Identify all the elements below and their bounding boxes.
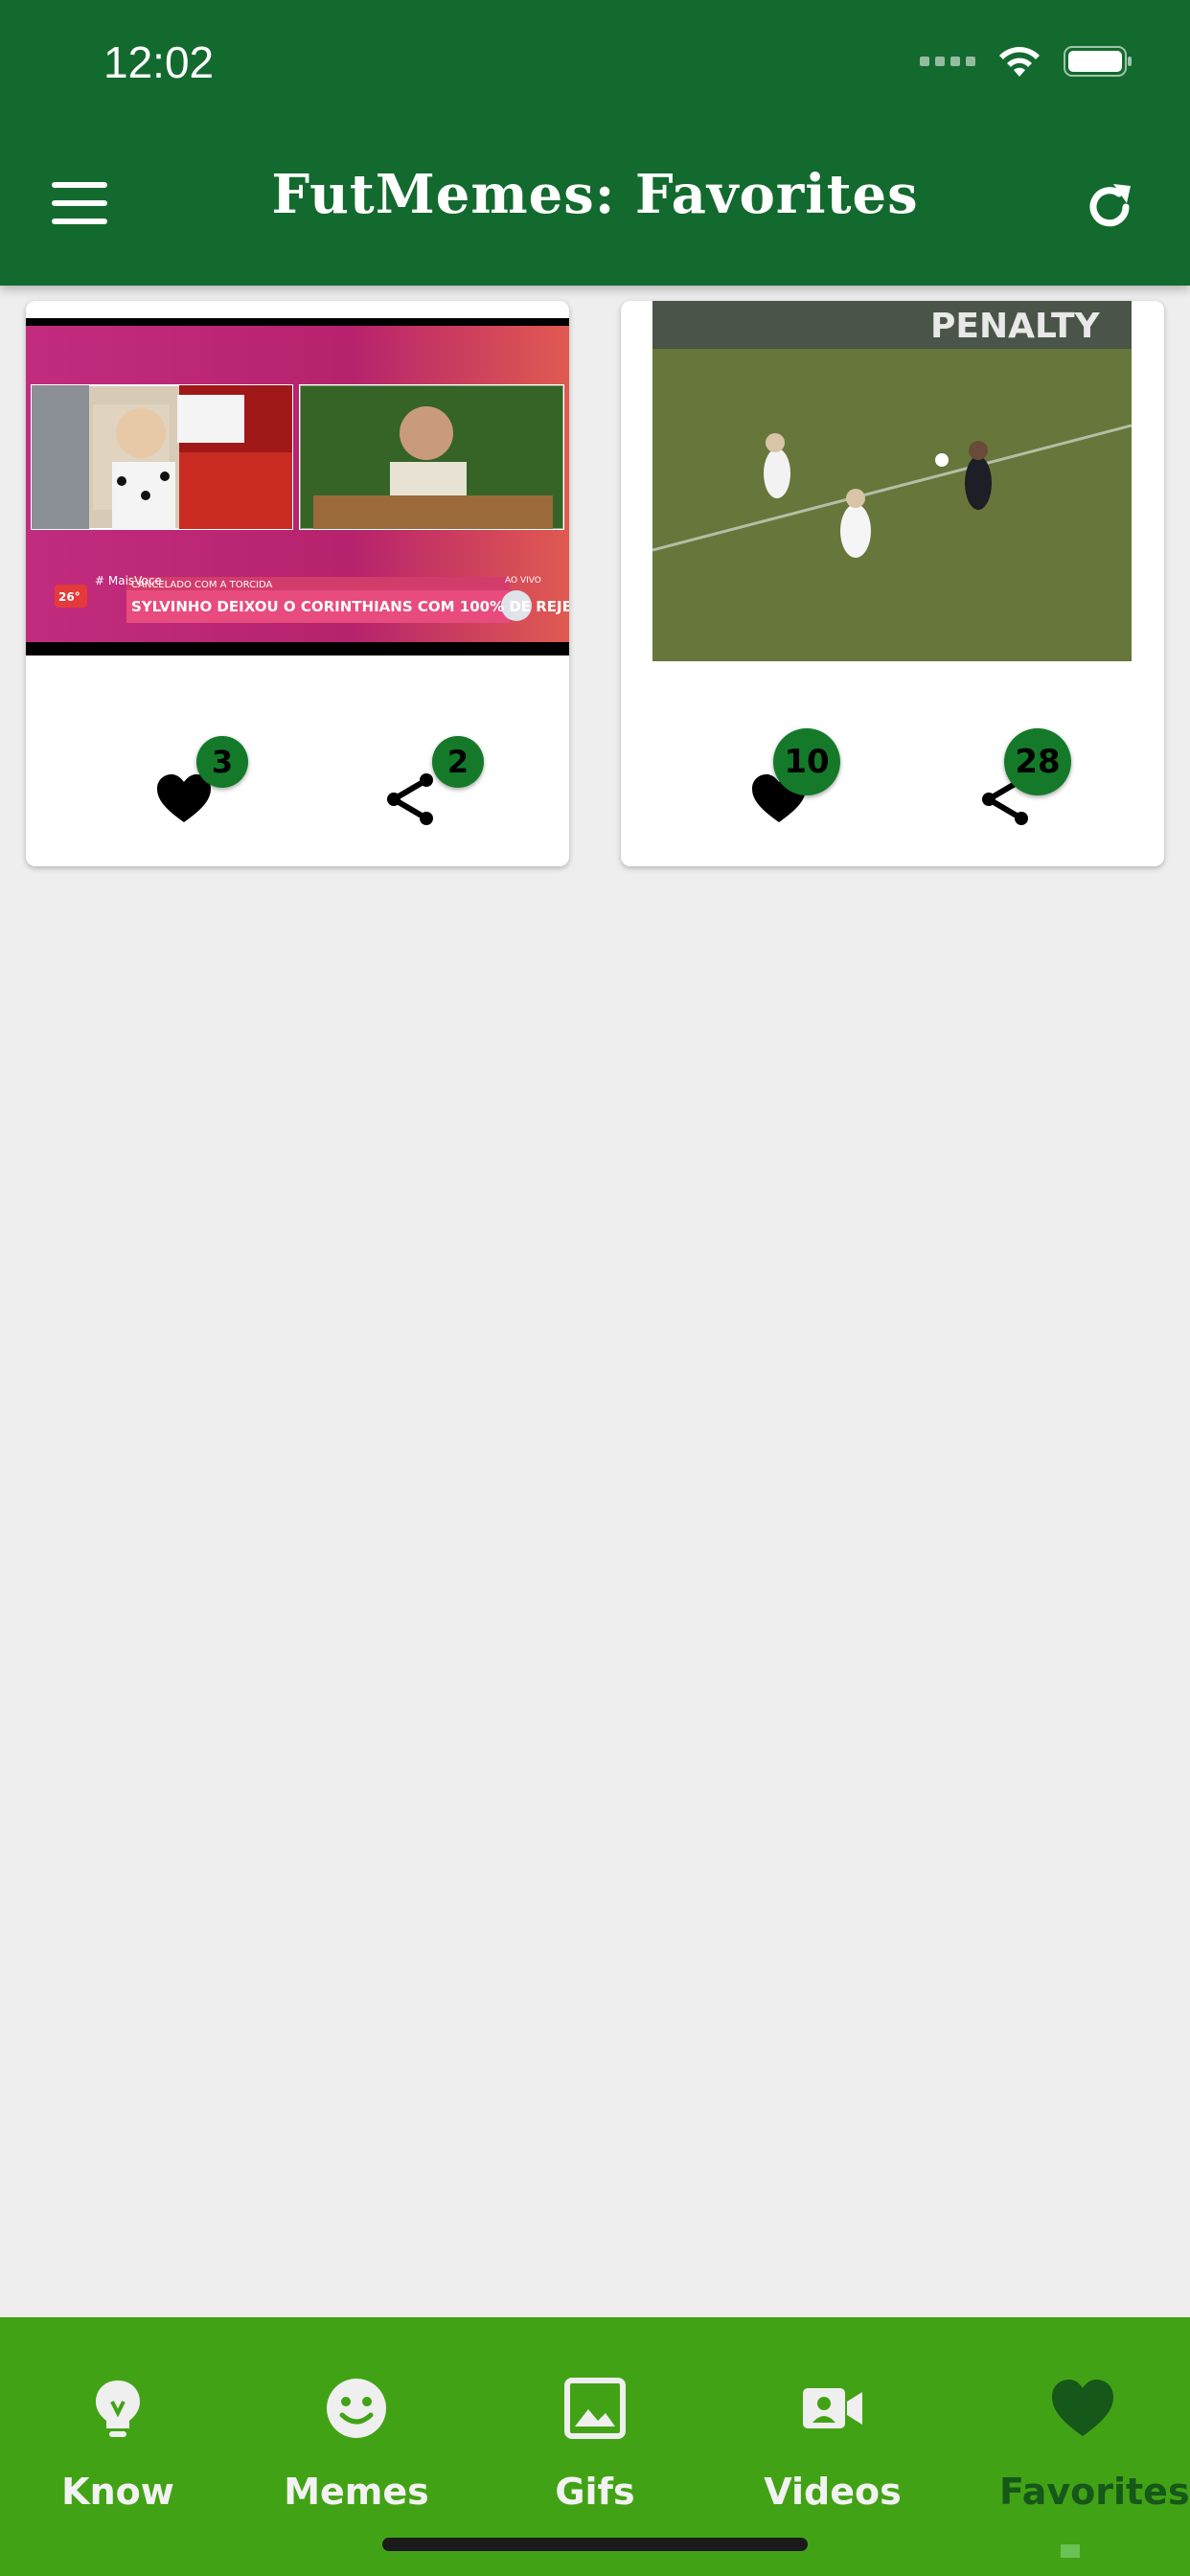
nav-item-gifs[interactable]: Gifs	[490, 2375, 700, 2513]
heart-icon	[1052, 2380, 1113, 2436]
meme-gif-image[interactable]: PENALTY	[652, 301, 1132, 661]
nav-label-videos: Videos	[764, 2471, 902, 2513]
home-indicator	[382, 2538, 808, 2551]
wifi-icon	[999, 47, 1040, 77]
nav-label-memes: Memes	[284, 2471, 429, 2513]
nav-item-memes[interactable]: Memes	[251, 2375, 462, 2513]
nav-label-know: Know	[61, 2471, 174, 2513]
nav-item-know[interactable]: Know	[12, 2375, 223, 2513]
media-banner-top: CANCELADO COM A TORCIDA	[131, 580, 273, 590]
share-icon[interactable]	[382, 770, 440, 828]
lightbulb-icon	[96, 2380, 140, 2437]
favorite-card[interactable]: PENALTY 10 28	[621, 301, 1164, 866]
media-banner-main: SYLVINHO DEIXOU O CORINTHIANS COM 100% D…	[131, 597, 569, 615]
media-temp: 26°	[58, 590, 80, 604]
refresh-icon[interactable]	[1081, 178, 1138, 236]
shares-count-badge: 28	[1004, 728, 1071, 795]
shares-count-badge: 2	[432, 736, 484, 788]
image-icon	[564, 2378, 626, 2439]
status-icons	[920, 44, 1133, 79]
battery-icon	[1064, 46, 1132, 77]
nav-item-favorites[interactable]: Favorites	[966, 2375, 1190, 2513]
favorite-card[interactable]: # MaisVoce 26° CANCELADO COM A TORCIDA S…	[26, 301, 569, 866]
likes-count-badge: 10	[773, 728, 840, 795]
page-title: FutMemes: Favorites	[271, 163, 919, 226]
nav-item-videos[interactable]: Videos	[727, 2375, 938, 2513]
nav-label-favorites: Favorites	[999, 2471, 1190, 2513]
cellular-signal-icon	[920, 57, 975, 66]
app-header: 12:02 FutMemes: Favorites	[0, 0, 1190, 286]
meme-image[interactable]: # MaisVoce 26° CANCELADO COM A TORCIDA S…	[26, 318, 569, 656]
media-live: AO VIVO	[505, 576, 541, 586]
active-indicator	[1061, 2544, 1080, 2558]
smiley-icon	[327, 2379, 386, 2438]
nav-label-gifs: Gifs	[555, 2471, 635, 2513]
status-time: 12:02	[103, 37, 215, 87]
video-camera-icon	[803, 2388, 862, 2428]
media-board-text: PENALTY	[930, 307, 1101, 346]
likes-count-badge: 3	[196, 736, 248, 788]
